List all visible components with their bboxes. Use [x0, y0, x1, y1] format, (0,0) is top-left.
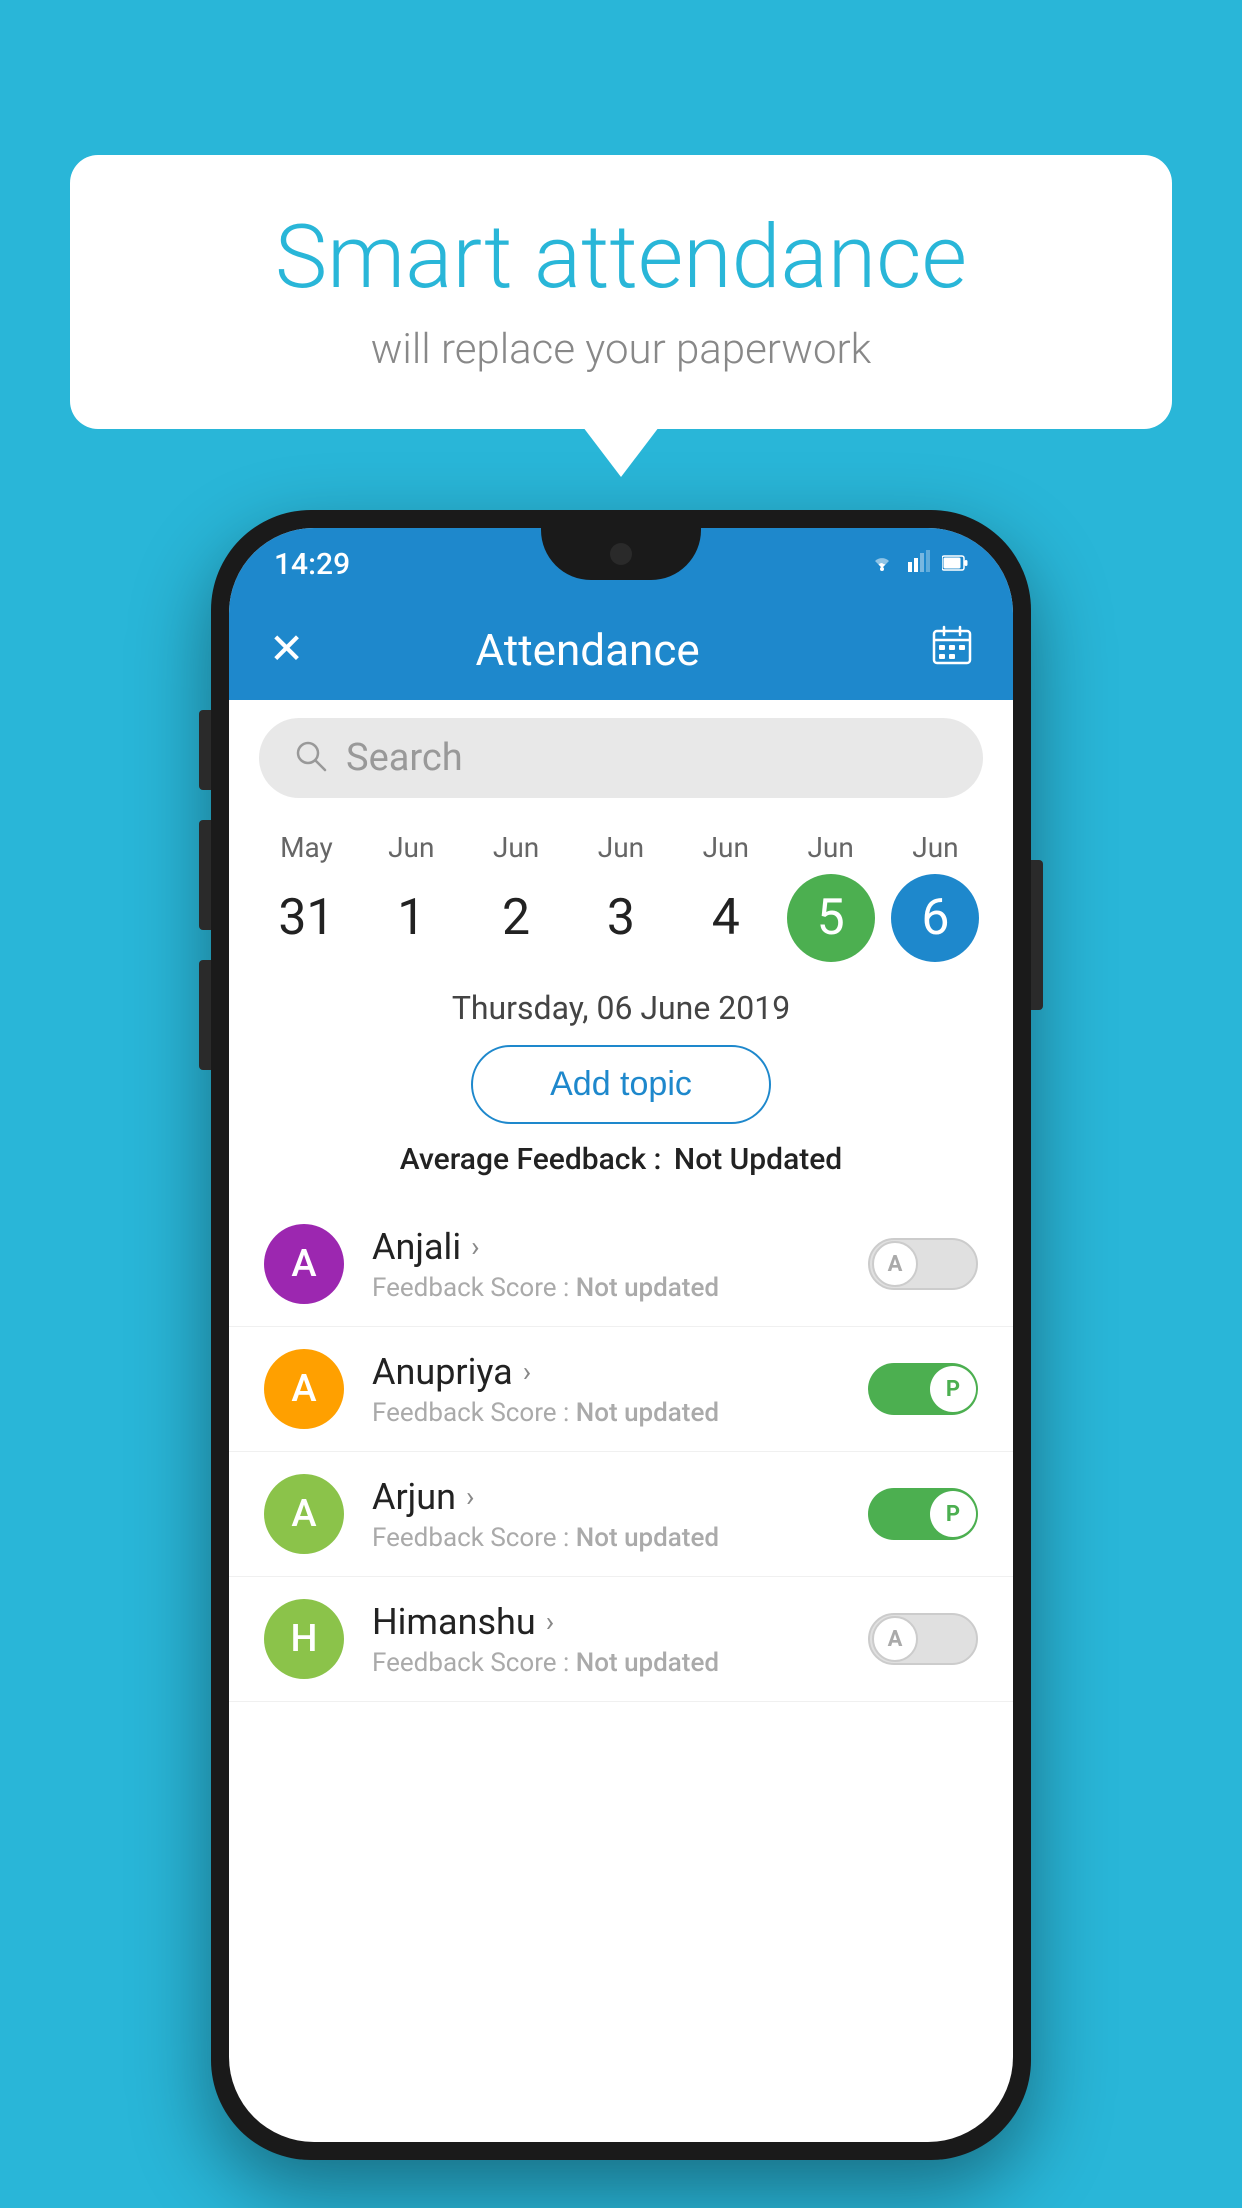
student-row[interactable]: A Arjun › Feedback Score : Not updated P: [229, 1452, 1013, 1577]
chevron-right-icon: ›: [523, 1355, 531, 1388]
cal-month-label: Jun: [703, 831, 749, 864]
avatar: A: [264, 1224, 344, 1304]
student-name: Anjali ›: [372, 1226, 868, 1268]
toggle-track[interactable]: A: [868, 1613, 978, 1665]
status-time: 14:29: [274, 547, 350, 582]
phone-container: 14:29: [211, 510, 1031, 2160]
avg-feedback: Average Feedback : Not Updated: [229, 1142, 1013, 1177]
attendance-toggle[interactable]: A: [868, 1238, 978, 1290]
feedback-score: Feedback Score : Not updated: [372, 1648, 868, 1678]
cal-month-label: Jun: [493, 831, 539, 864]
cal-month-label: Jun: [807, 831, 853, 864]
front-camera: [610, 543, 632, 565]
signal-icon: [908, 549, 930, 579]
attendance-toggle[interactable]: A: [868, 1613, 978, 1665]
chevron-right-icon: ›: [471, 1230, 479, 1263]
calendar-day[interactable]: May 31: [262, 831, 350, 962]
speech-bubble-container: Smart attendance will replace your paper…: [70, 155, 1172, 429]
cal-date-number[interactable]: 2: [472, 874, 560, 962]
toggle-track[interactable]: P: [868, 1488, 978, 1540]
cal-date-number[interactable]: 31: [262, 874, 350, 962]
cal-date-number[interactable]: 4: [682, 874, 770, 962]
student-info: Anjali › Feedback Score : Not updated: [372, 1226, 868, 1303]
attendance-toggle[interactable]: P: [868, 1363, 978, 1415]
cal-month-label: Jun: [388, 831, 434, 864]
close-button[interactable]: ✕: [269, 629, 304, 671]
search-icon: [294, 739, 328, 777]
calendar-day[interactable]: Jun 6: [891, 831, 979, 962]
status-bar: 14:29: [229, 528, 1013, 600]
power-button-right[interactable]: [1031, 860, 1043, 1010]
attendance-toggle[interactable]: P: [868, 1488, 978, 1540]
feedback-value: Not updated: [576, 1398, 719, 1428]
cal-month-label: Jun: [912, 831, 958, 864]
student-row[interactable]: AAnjali ›Feedback Score : Not updatedA: [229, 1202, 1013, 1327]
student-info: Arjun › Feedback Score : Not updated: [372, 1476, 868, 1553]
calendar-day[interactable]: Jun 5: [787, 831, 875, 962]
volume-up-button[interactable]: [199, 710, 211, 790]
power-button-left[interactable]: [199, 960, 211, 1070]
calendar-day[interactable]: Jun 3: [577, 831, 665, 962]
toggle-thumb: P: [930, 1491, 976, 1537]
cal-date-number[interactable]: 6: [891, 874, 979, 962]
search-input[interactable]: Search: [346, 736, 463, 780]
toggle-thumb: A: [872, 1616, 918, 1662]
cal-date-number[interactable]: 1: [367, 874, 455, 962]
avatar: A: [264, 1474, 344, 1554]
toggle-track[interactable]: P: [868, 1363, 978, 1415]
phone-screen: 14:29: [229, 528, 1013, 2142]
cal-month-label: Jun: [598, 831, 644, 864]
search-bar[interactable]: Search: [259, 718, 983, 798]
calendar-strip: May 31 Jun 1 Jun 2 Jun 3 Jun 4 Jun 5 Jun 6: [229, 816, 1013, 977]
student-name: Himanshu ›: [372, 1601, 868, 1643]
toggle-thumb: P: [930, 1366, 976, 1412]
student-row[interactable]: A Anupriya › Feedback Score : Not updated P: [229, 1327, 1013, 1452]
calendar-button[interactable]: [931, 624, 973, 676]
app-content: Thursday, 06 June 2019 Add topic Average…: [229, 977, 1013, 1702]
volume-down-button[interactable]: [199, 820, 211, 930]
feedback-score: Feedback Score : Not updated: [372, 1523, 868, 1553]
calendar-day[interactable]: Jun 1: [367, 831, 455, 962]
notch: [541, 528, 701, 580]
add-topic-button[interactable]: Add topic: [471, 1045, 771, 1124]
calendar-day[interactable]: Jun 2: [472, 831, 560, 962]
cal-date-number[interactable]: 5: [787, 874, 875, 962]
cal-month-label: May: [280, 831, 333, 864]
bubble-subtitle: will replace your paperwork: [130, 325, 1112, 374]
feedback-score: Feedback Score : Not updated: [372, 1273, 868, 1303]
feedback-value: Not updated: [576, 1648, 719, 1678]
speech-bubble: Smart attendance will replace your paper…: [70, 155, 1172, 429]
status-icons: [868, 549, 968, 579]
bubble-title: Smart attendance: [130, 210, 1112, 307]
phone-outer: 14:29: [211, 510, 1031, 2160]
selected-date: Thursday, 06 June 2019: [229, 977, 1013, 1045]
chevron-right-icon: ›: [466, 1480, 474, 1513]
feedback-score: Feedback Score : Not updated: [372, 1398, 868, 1428]
wifi-icon: [868, 549, 896, 579]
feedback-value: Not updated: [576, 1523, 719, 1553]
calendar-day[interactable]: Jun 4: [682, 831, 770, 962]
app-header: ✕ Attendance: [229, 600, 1013, 700]
student-row[interactable]: H Himanshu › Feedback Score : Not updatedA: [229, 1577, 1013, 1702]
avatar: H: [264, 1599, 344, 1679]
cal-date-number[interactable]: 3: [577, 874, 665, 962]
student-name: Arjun ›: [372, 1476, 868, 1518]
student-info: Himanshu › Feedback Score : Not updated: [372, 1601, 868, 1678]
students-list: AAnjali ›Feedback Score : Not updatedAAA…: [229, 1202, 1013, 1702]
toggle-thumb: A: [872, 1241, 918, 1287]
avatar: A: [264, 1349, 344, 1429]
header-title: Attendance: [304, 624, 871, 676]
student-name: Anupriya ›: [372, 1351, 868, 1393]
feedback-value: Not updated: [576, 1273, 719, 1303]
avg-feedback-label: Average Feedback :: [400, 1142, 662, 1177]
avg-feedback-value: Not Updated: [674, 1142, 842, 1177]
chevron-right-icon: ›: [546, 1605, 554, 1638]
student-info: Anupriya › Feedback Score : Not updated: [372, 1351, 868, 1428]
toggle-track[interactable]: A: [868, 1238, 978, 1290]
battery-icon: [942, 549, 968, 579]
